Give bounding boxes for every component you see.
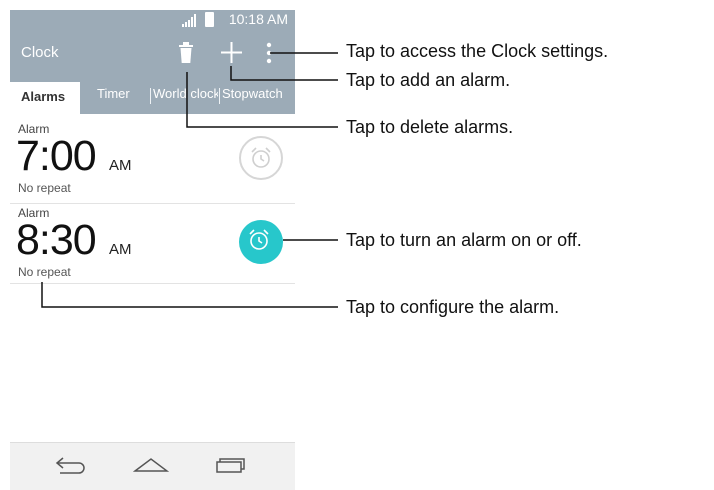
alarm-toggle[interactable] (239, 220, 283, 264)
alarm-clock-icon (249, 229, 269, 250)
phone-screen: 10:18 AM Clock Alarms Timer World clock … (10, 10, 295, 490)
tab-bar: Alarms Timer World clock Stopwatch (10, 76, 295, 114)
alarm-divider (10, 283, 295, 284)
action-bar: Clock (10, 30, 295, 76)
callout-toggle: Tap to turn an alarm on or off. (346, 230, 582, 250)
back-icon[interactable] (54, 455, 88, 475)
alarm-time: 7:00 (16, 132, 97, 180)
add-icon[interactable] (221, 42, 242, 63)
tab-timer[interactable]: Timer (97, 86, 137, 101)
alarm-repeat: No repeat (18, 265, 71, 279)
alarm-time: 8:30 (16, 216, 97, 264)
recent-apps-icon[interactable] (215, 455, 245, 475)
callout-add: Tap to add an alarm. (346, 70, 511, 90)
alarm-ampm: AM (109, 241, 132, 258)
alarm-item[interactable]: Alarm 8:30 AM No repeat (10, 206, 295, 290)
app-title: Clock (21, 44, 59, 61)
alarm-repeat: No repeat (18, 181, 71, 195)
signal-icon (182, 14, 196, 27)
alarm-clock-icon (251, 147, 271, 168)
callout-settings: Tap to access the Clock settings. (346, 41, 609, 61)
alarm-toggle[interactable] (239, 136, 283, 180)
tab-separator (219, 88, 220, 104)
tab-world-clock[interactable]: World clock (153, 86, 218, 101)
status-time: 10:18 AM (228, 11, 288, 27)
overflow-menu-icon[interactable] (265, 42, 273, 64)
status-bar: 10:18 AM (10, 10, 295, 30)
navigation-bar (10, 442, 295, 490)
alarm-ampm: AM (109, 157, 132, 174)
tab-stopwatch[interactable]: Stopwatch (222, 86, 295, 101)
callout-configure: Tap to configure the alarm. (346, 297, 560, 317)
trash-icon[interactable] (177, 42, 195, 64)
tab-separator (150, 88, 151, 104)
callout-delete: Tap to delete alarms. (346, 117, 514, 137)
alarm-item[interactable]: Alarm 7:00 AM No repeat (10, 122, 295, 206)
battery-icon (205, 12, 214, 27)
tab-alarms[interactable]: Alarms (10, 82, 80, 114)
home-icon[interactable] (133, 455, 169, 475)
alarm-divider (10, 203, 295, 204)
